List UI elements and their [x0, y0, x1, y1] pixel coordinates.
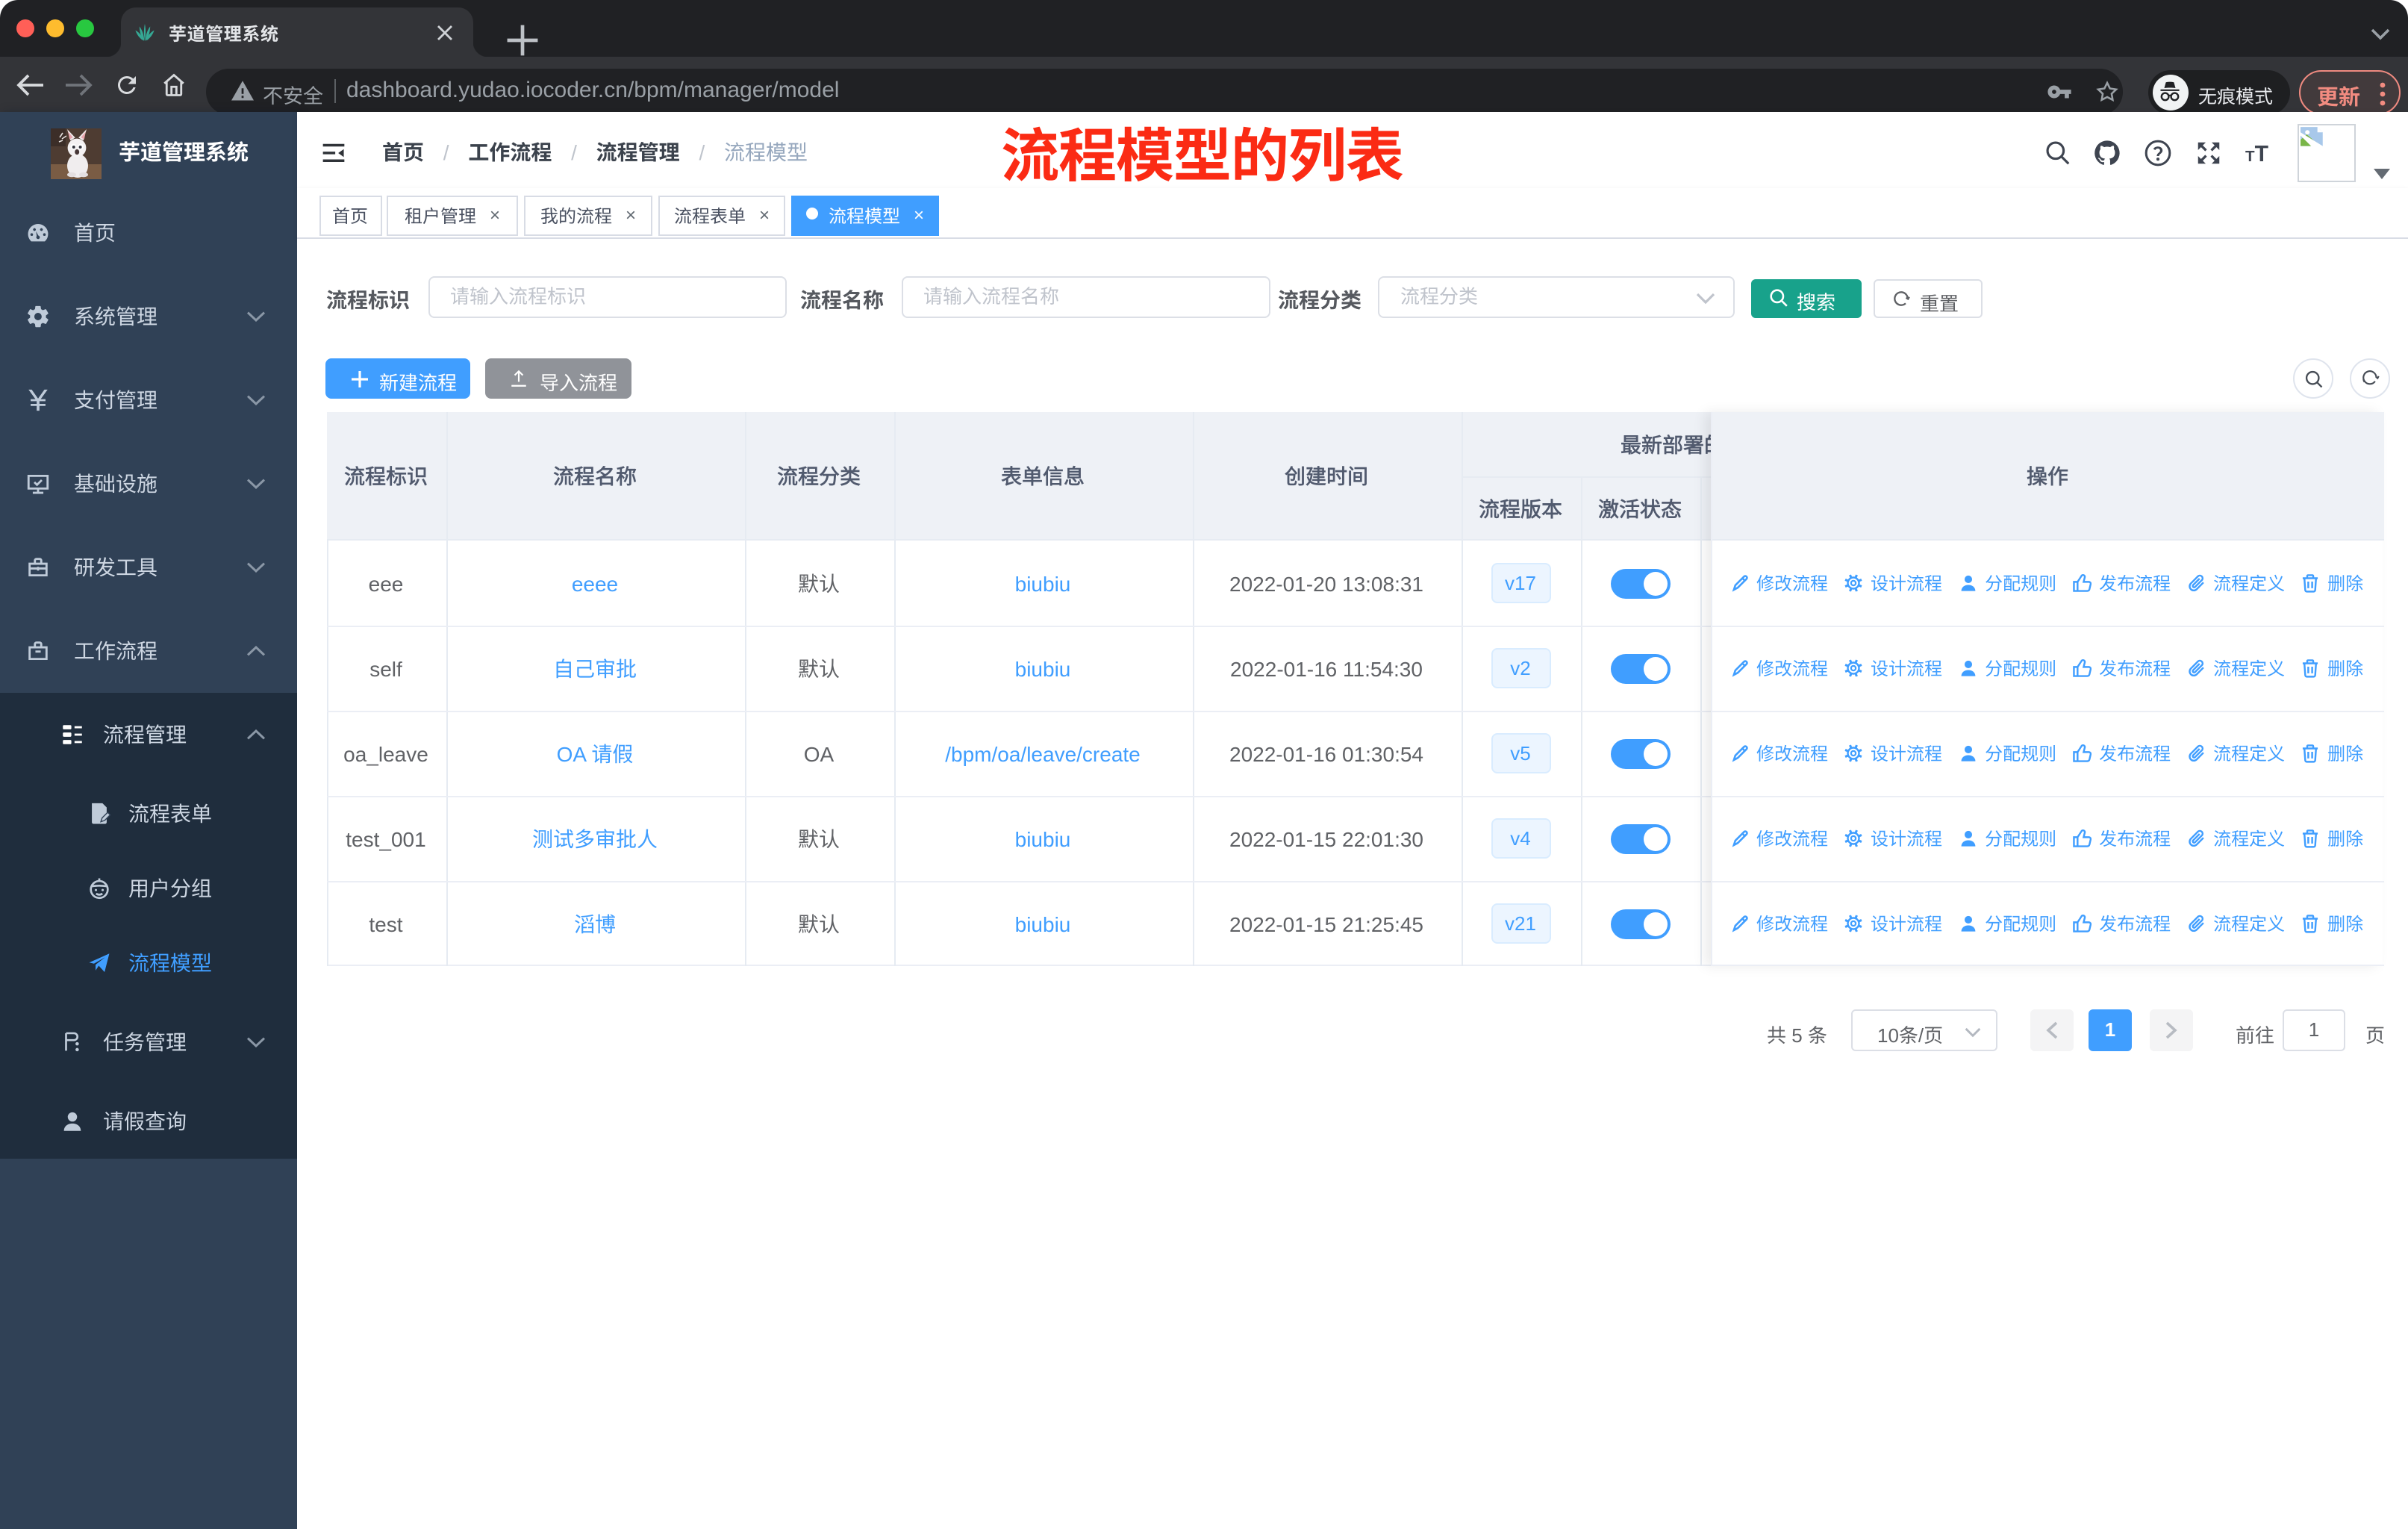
svg-text:T: T	[2245, 148, 2254, 165]
svg-text:T: T	[2254, 142, 2268, 166]
